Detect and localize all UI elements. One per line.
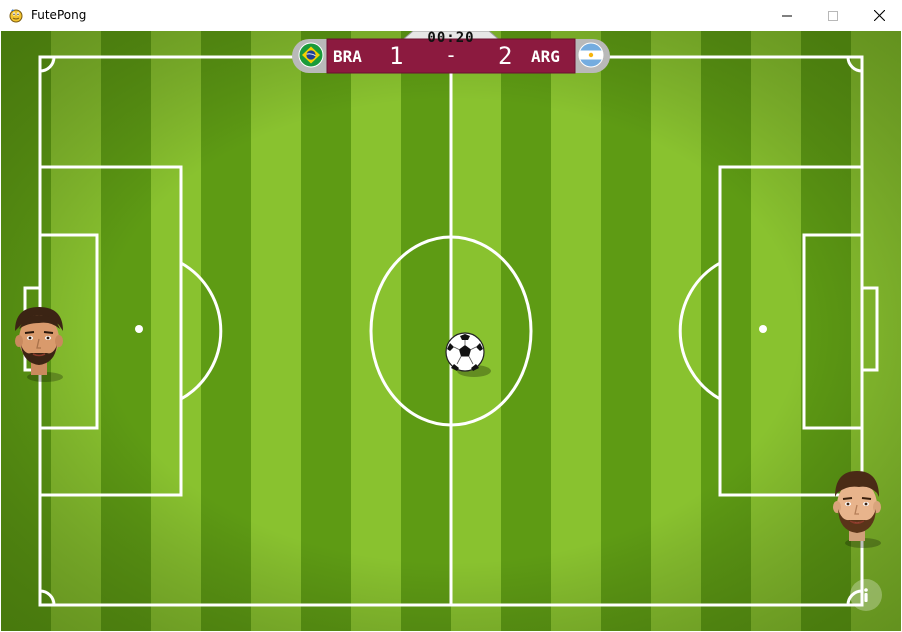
soccer-ball-icon <box>445 332 491 377</box>
info-button[interactable] <box>850 579 882 611</box>
scoreboard: 00:20 BRA 1 - 2 ARG <box>291 31 611 75</box>
window-title: FutePong <box>31 8 87 22</box>
home-team-name: BRA <box>333 47 362 66</box>
minimize-button[interactable] <box>764 0 810 31</box>
maximize-button[interactable] <box>810 0 856 31</box>
game-canvas[interactable]: 00:20 BRA 1 - 2 ARG <box>1 31 901 631</box>
game-window: FutePong 00:20 BRA 1 - 2 ARG <box>0 0 902 632</box>
away-team-name: ARG <box>531 47 560 66</box>
away-score: 2 <box>498 42 513 70</box>
minimize-icon <box>782 15 792 16</box>
right-player-paddle[interactable] <box>829 467 885 549</box>
maximize-icon <box>828 10 838 21</box>
home-score: 1 <box>389 42 404 70</box>
messi-face-icon <box>833 471 881 548</box>
score-separator: - <box>445 43 458 67</box>
brazil-flag-icon <box>298 42 324 68</box>
close-icon <box>873 10 885 21</box>
left-player-paddle[interactable] <box>11 301 67 383</box>
pygame-snake-icon <box>8 7 24 23</box>
info-icon <box>864 588 868 602</box>
soccer-ball <box>444 331 494 381</box>
argentina-flag-icon <box>578 42 604 68</box>
title-bar[interactable]: FutePong <box>0 0 902 31</box>
neymar-face-icon <box>15 307 63 382</box>
close-button[interactable] <box>856 0 902 31</box>
